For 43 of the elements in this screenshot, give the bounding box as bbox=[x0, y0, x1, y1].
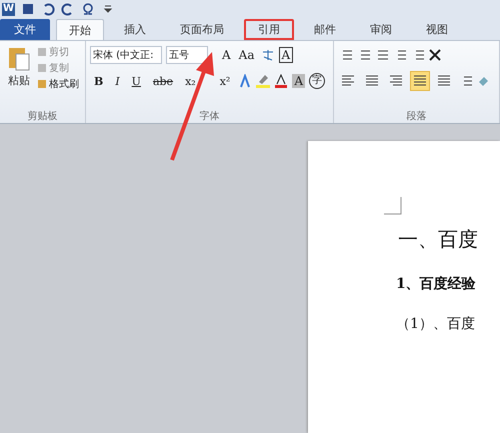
omega-icon bbox=[81, 2, 95, 16]
margin-corner-icon bbox=[384, 197, 402, 215]
file-tab[interactable]: 文件 bbox=[0, 19, 50, 40]
ribbon-tab[interactable]: 引用 bbox=[244, 19, 294, 40]
ribbon-tab[interactable]: 开始 bbox=[56, 19, 104, 40]
format-button[interactable]: x₂ bbox=[181, 74, 200, 88]
font-size-field[interactable]: 五号 bbox=[166, 46, 208, 64]
align-center-icon bbox=[365, 74, 379, 88]
enclose-char-button[interactable]: 字 bbox=[308, 73, 325, 89]
clipboard-icon bbox=[7, 45, 31, 73]
format-button[interactable]: B bbox=[90, 74, 108, 88]
align-left-icon bbox=[341, 74, 355, 88]
font-color-icon bbox=[274, 74, 288, 88]
text-effects-icon bbox=[238, 74, 252, 88]
change-case-button[interactable]: Aa bbox=[236, 48, 256, 62]
app-icon[interactable]: W bbox=[2, 2, 15, 16]
format-button[interactable]: U bbox=[128, 74, 145, 88]
ribbon-tab[interactable]: 页面布局 bbox=[166, 19, 238, 40]
group-label: 段落 bbox=[406, 110, 428, 123]
highlighter-icon bbox=[256, 74, 270, 88]
grow-font-button[interactable]: A bbox=[220, 48, 233, 62]
document-text: 1、百度经验 bbox=[396, 275, 477, 293]
align-button[interactable] bbox=[410, 71, 430, 91]
format-painter-button[interactable]: 格式刷 bbox=[38, 77, 79, 91]
justify-icon bbox=[413, 74, 427, 88]
format-button[interactable]: abe bbox=[148, 74, 178, 88]
align-right-icon bbox=[389, 74, 403, 88]
font-name-field[interactable]: 宋体 (中文正: bbox=[90, 46, 162, 64]
format-button[interactable]: I bbox=[111, 74, 124, 88]
ribbon-tab[interactable]: 视图 bbox=[412, 19, 462, 40]
save-icon bbox=[21, 2, 35, 16]
char-shading-button[interactable]: A bbox=[292, 74, 305, 88]
document-text: （1）、百度 bbox=[396, 315, 476, 333]
distribute-icon bbox=[437, 74, 451, 88]
group-label: 字体 bbox=[198, 110, 220, 123]
format-button[interactable]: x² bbox=[216, 74, 234, 88]
document-text: 一、百度 bbox=[398, 226, 479, 253]
ribbon-tab[interactable]: 审阅 bbox=[356, 19, 406, 40]
char-border-button[interactable]: A bbox=[278, 47, 294, 63]
paste-button[interactable]: 粘贴 bbox=[4, 45, 34, 109]
ribbon-tab[interactable]: 邮件 bbox=[300, 19, 350, 40]
group-label: 剪贴板 bbox=[26, 110, 58, 123]
ribbon-tab[interactable]: 插入 bbox=[110, 19, 160, 40]
